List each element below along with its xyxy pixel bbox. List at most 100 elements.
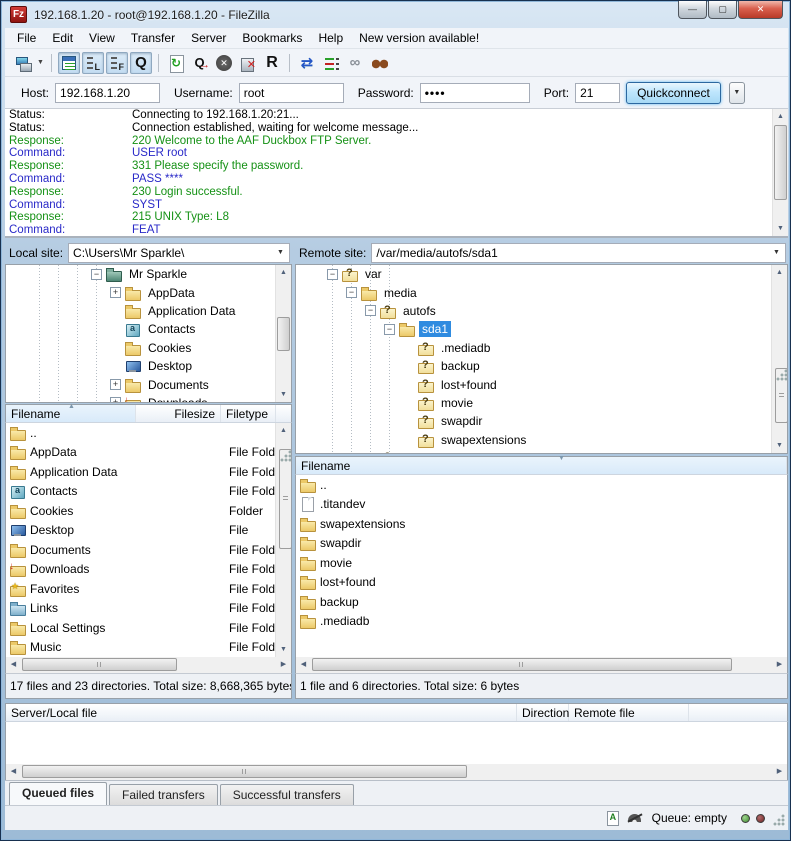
file-row[interactable]: Documents File Folder <box>6 540 275 560</box>
remote-tree-scrollbar[interactable]: ▲ ▼ <box>771 265 787 453</box>
file-row[interactable]: Links File Folder <box>6 599 275 619</box>
site-manager-dropdown-caret[interactable]: ▼ <box>35 52 46 74</box>
tree-expander-icon[interactable] <box>91 269 102 280</box>
tree-item[interactable]: AppData <box>6 283 275 301</box>
file-row[interactable]: swapextensions <box>296 514 787 534</box>
transfer-type-icon[interactable] <box>604 810 622 826</box>
file-row[interactable]: .mediadb <box>296 612 787 632</box>
menu-item[interactable]: View <box>81 29 123 47</box>
file-row[interactable]: backup <box>296 592 787 612</box>
tree-item[interactable]: Cookies <box>6 339 275 357</box>
tree-item[interactable]: Downloads <box>6 394 275 402</box>
toolbar-button[interactable] <box>320 52 342 74</box>
scroll-down-icon[interactable]: ▼ <box>772 438 787 453</box>
close-button[interactable]: ✕ <box>738 1 783 19</box>
chevron-down-icon[interactable]: ▼ <box>770 246 783 260</box>
host-input[interactable] <box>55 83 160 103</box>
tree-expander-icon[interactable] <box>346 287 357 298</box>
speed-limit-icon[interactable] <box>626 810 644 826</box>
scroll-up-icon[interactable]: ▲ <box>773 109 788 124</box>
tree-item[interactable]: Contacts <box>6 320 275 338</box>
queue-hscrollbar[interactable]: ◀ ▶ <box>5 764 788 780</box>
tree-item[interactable]: .mediadb <box>296 339 771 357</box>
tree-item[interactable]: sda1 <box>296 320 771 338</box>
scroll-up-icon[interactable]: ▲ <box>772 265 787 280</box>
tree-item[interactable]: dvd <box>296 449 771 453</box>
scroll-left-icon[interactable]: ◀ <box>6 657 21 672</box>
column-header-remote-file[interactable]: Remote file <box>569 704 689 721</box>
menu-item[interactable]: Bookmarks <box>234 29 310 47</box>
maximize-button[interactable]: ▢ <box>708 1 737 19</box>
toolbar-button[interactable] <box>368 52 390 74</box>
username-input[interactable] <box>239 83 344 103</box>
column-header-direction[interactable]: Direction <box>517 704 569 721</box>
toolbar-toggle-button[interactable] <box>82 52 104 74</box>
file-row[interactable]: Contacts File Folder <box>6 482 275 502</box>
tree-item[interactable]: lost+found <box>296 375 771 393</box>
scroll-left-icon[interactable]: ◀ <box>6 764 21 779</box>
tree-item[interactable]: media <box>296 283 771 301</box>
tree-item[interactable]: autofs <box>296 302 771 320</box>
password-input[interactable] <box>420 83 530 103</box>
file-row[interactable]: swapdir <box>296 534 787 554</box>
tree-item[interactable]: Mr Sparkle <box>6 265 275 283</box>
title-bar[interactable]: Fz 192.168.1.20 - root@192.168.1.20 - Fi… <box>1 1 791 28</box>
scroll-right-icon[interactable]: ▶ <box>772 764 787 779</box>
queue-tab[interactable]: Failed transfers <box>109 784 218 805</box>
file-row[interactable]: .. <box>6 423 275 443</box>
scroll-thumb[interactable] <box>774 125 787 200</box>
file-row[interactable]: Local Settings File Folder <box>6 618 275 638</box>
scroll-right-icon[interactable]: ▶ <box>276 657 291 672</box>
tree-expander-icon[interactable] <box>110 397 121 402</box>
file-row[interactable]: movie <box>296 553 787 573</box>
tree-expander-icon[interactable] <box>110 287 121 298</box>
scroll-thumb[interactable] <box>22 765 467 778</box>
toolbar-button[interactable] <box>237 52 259 74</box>
tree-item[interactable]: swapextensions <box>296 431 771 449</box>
scroll-thumb[interactable] <box>277 317 290 351</box>
scroll-up-icon[interactable]: ▲ <box>276 423 291 438</box>
tree-expander-icon[interactable] <box>327 269 338 280</box>
local-site-combobox[interactable]: C:\Users\Mr Sparkle\ ▼ <box>68 243 290 263</box>
column-header-filesize[interactable]: Filesize <box>136 405 221 422</box>
queue-tab[interactable]: Successful transfers <box>220 784 354 805</box>
remote-site-combobox[interactable]: /var/media/autofs/sda1 ▼ <box>371 243 786 263</box>
quickconnect-dropdown-caret[interactable]: ▼ <box>729 82 745 104</box>
local-list-scrollbar[interactable]: ▲ ▼ <box>275 423 291 657</box>
tree-item[interactable]: backup <box>296 357 771 375</box>
menu-item[interactable]: Server <box>183 29 234 47</box>
local-tree-scrollbar[interactable]: ▲ ▼ <box>275 265 291 402</box>
tree-item[interactable]: Documents <box>6 375 275 393</box>
tree-item[interactable]: swapdir <box>296 412 771 430</box>
toolbar-button[interactable] <box>296 52 318 74</box>
file-row[interactable]: Application Data File Folder <box>6 462 275 482</box>
tree-item[interactable]: Desktop <box>6 357 275 375</box>
file-row[interactable]: Cookies Folder <box>6 501 275 521</box>
port-input[interactable] <box>575 83 620 103</box>
column-header-filename[interactable]: Filename ▼ <box>296 457 787 474</box>
tree-item[interactable]: var <box>296 265 771 283</box>
tree-item[interactable]: movie <box>296 394 771 412</box>
file-row[interactable]: Desktop File <box>6 521 275 541</box>
resize-grip[interactable] <box>773 814 786 827</box>
scroll-thumb[interactable] <box>22 658 177 671</box>
file-row[interactable]: .titandev <box>296 495 787 515</box>
toolbar-button[interactable] <box>189 52 211 74</box>
column-header-server-local-file[interactable]: Server/Local file <box>6 704 517 721</box>
scroll-thumb[interactable] <box>312 658 732 671</box>
scroll-down-icon[interactable]: ▼ <box>276 387 291 402</box>
scroll-right-icon[interactable]: ▶ <box>772 657 787 672</box>
chevron-down-icon[interactable]: ▼ <box>274 246 287 260</box>
scroll-thumb[interactable] <box>775 368 788 423</box>
toolbar-toggle-button[interactable] <box>106 52 128 74</box>
menu-item[interactable]: Transfer <box>123 29 183 47</box>
tree-expander-icon[interactable] <box>365 305 376 316</box>
queue-tab[interactable]: Queued files <box>9 782 107 805</box>
toolbar-button[interactable] <box>213 52 235 74</box>
toolbar-button[interactable] <box>344 52 366 74</box>
toolbar-toggle-button[interactable] <box>58 52 80 74</box>
file-row[interactable]: Music File Folder <box>6 638 275 658</box>
menu-item[interactable]: Edit <box>44 29 81 47</box>
scroll-thumb[interactable] <box>279 449 292 549</box>
file-row[interactable]: Favorites File Folder <box>6 579 275 599</box>
